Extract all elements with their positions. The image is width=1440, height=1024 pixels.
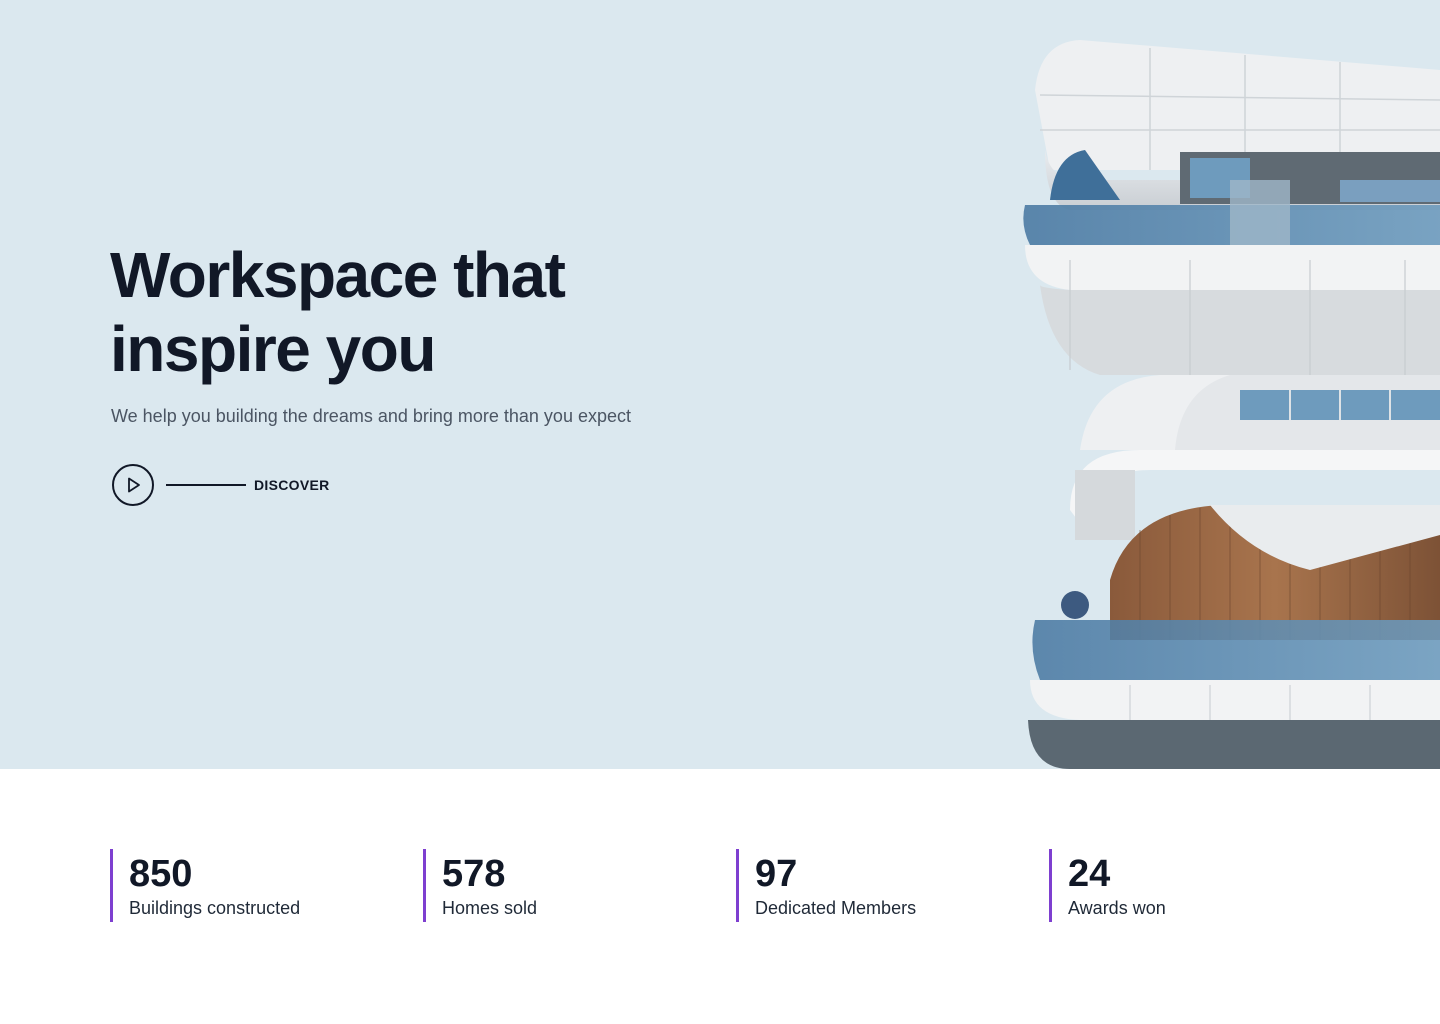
stat-value: 578 — [442, 853, 506, 895]
stat-value: 850 — [129, 853, 193, 895]
play-icon — [128, 477, 140, 493]
discover-divider-line — [166, 484, 246, 486]
stats-section: 850 Buildings constructed 578 Homes sold… — [0, 769, 1440, 1024]
stat-value: 97 — [755, 853, 798, 895]
hero-subtitle: We help you building the dreams and brin… — [111, 406, 631, 426]
stat-awards-won: 24 Awards won — [1049, 849, 1166, 922]
stat-buildings-constructed: 850 Buildings constructed — [110, 849, 300, 922]
stat-value: 24 — [1068, 853, 1111, 895]
hero-title-line-1: Workspace that — [110, 239, 566, 311]
stat-label: Homes sold — [442, 898, 538, 918]
discover-label: DISCOVER — [254, 477, 330, 493]
stat-homes-sold: 578 Homes sold — [423, 849, 537, 922]
hero-title: Workspace that inspire you — [110, 238, 750, 386]
hero-section: Workspace that inspire you We help you b… — [0, 0, 1440, 769]
building-image — [1023, 40, 1440, 769]
stat-label: Buildings constructed — [129, 898, 301, 918]
hero-title-line-2: inspire you — [110, 313, 436, 385]
stat-label: Awards won — [1068, 898, 1166, 918]
stat-label: Dedicated Members — [755, 898, 917, 918]
stat-dedicated-members: 97 Dedicated Members — [736, 849, 916, 922]
discover-button[interactable]: DISCOVER — [112, 463, 330, 507]
play-button[interactable] — [112, 464, 154, 506]
